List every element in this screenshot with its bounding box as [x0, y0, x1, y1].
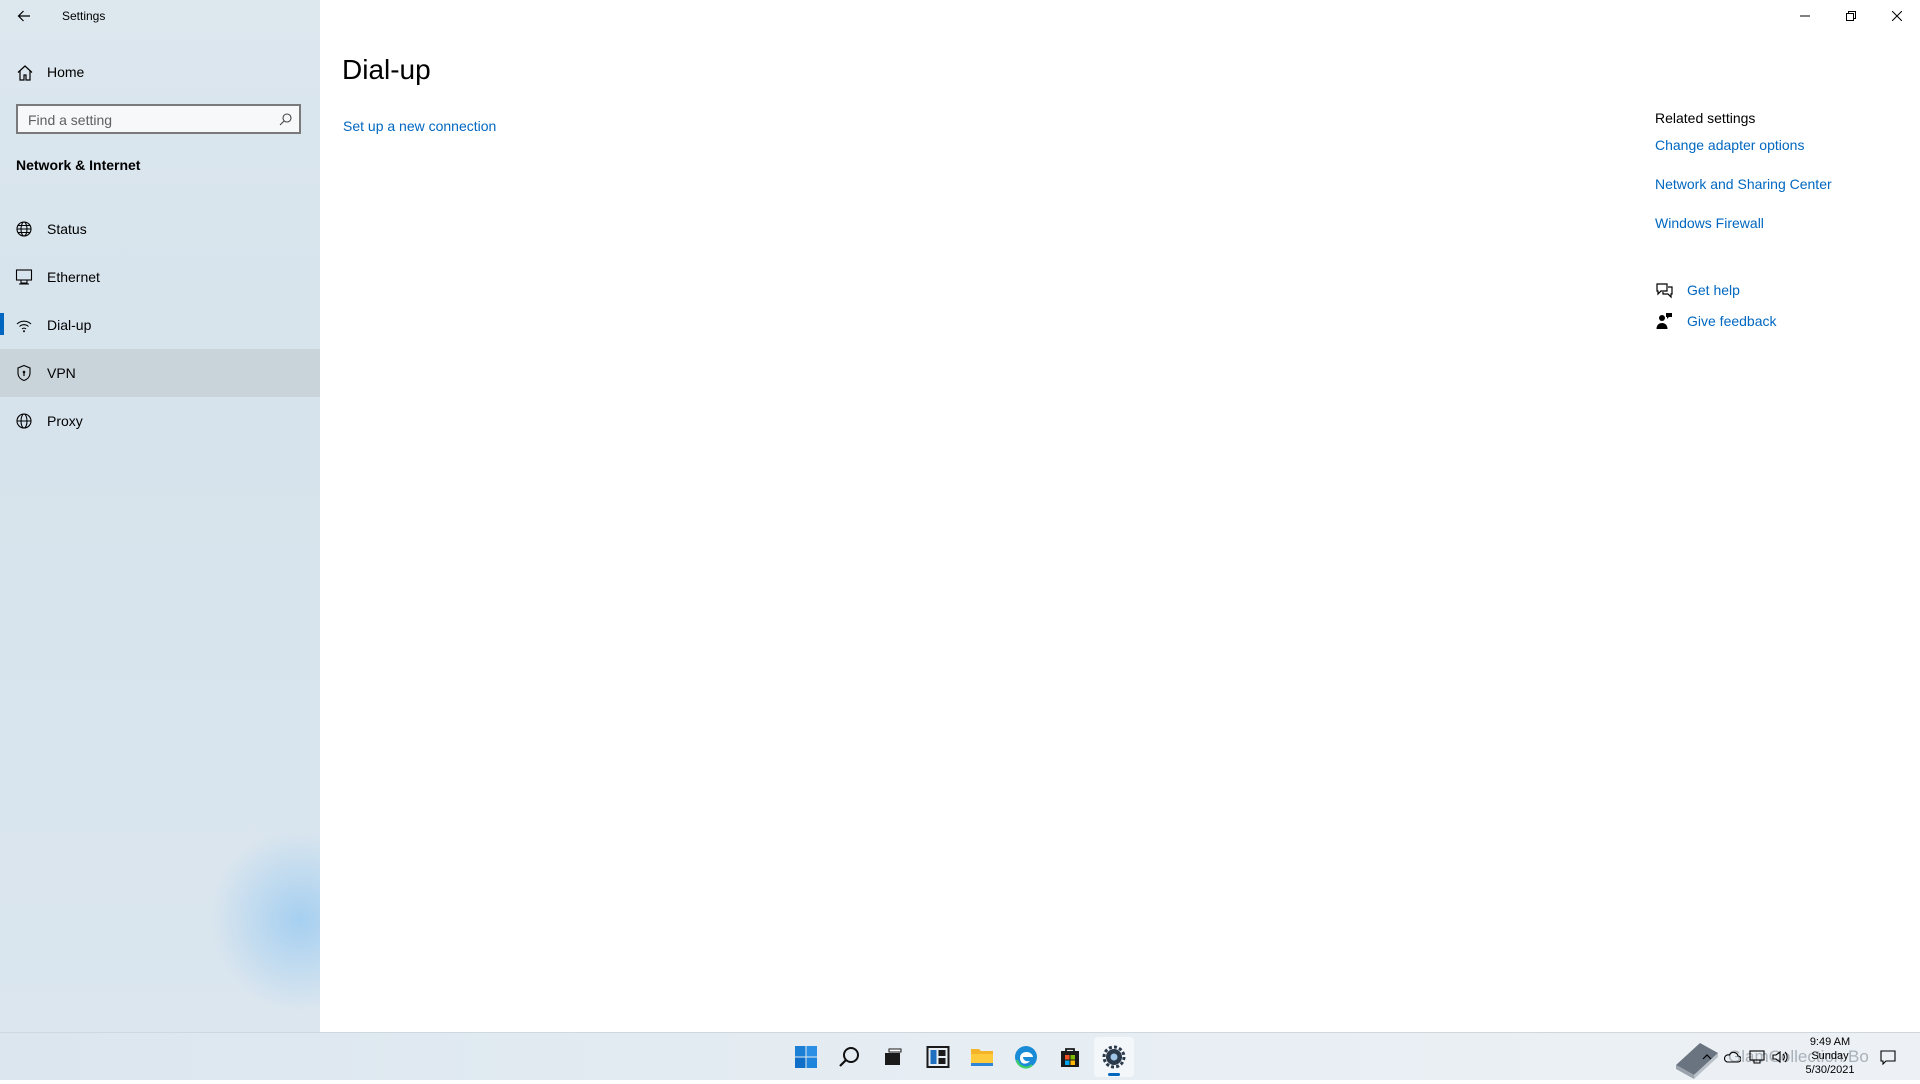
network-sharing-center-link[interactable]: Network and Sharing Center: [1655, 176, 1832, 192]
windows-firewall-link[interactable]: Windows Firewall: [1655, 215, 1764, 231]
give-feedback-label: Give feedback: [1687, 313, 1777, 329]
settings-icon: [1102, 1045, 1126, 1069]
network-tray-icon[interactable]: [1747, 1047, 1767, 1067]
sidebar-item-proxy[interactable]: Proxy: [0, 397, 320, 445]
show-hidden-icons-button[interactable]: [1697, 1047, 1717, 1067]
store-button[interactable]: [1050, 1037, 1090, 1077]
selection-indicator: [0, 313, 4, 335]
sidebar-item-vpn[interactable]: VPN: [0, 349, 320, 397]
title-bar-left: Settings: [0, 0, 320, 32]
globe-status-icon: [15, 220, 33, 238]
globe-icon: [15, 412, 33, 430]
file-explorer-icon: [971, 1049, 993, 1066]
active-indicator: [1108, 1073, 1120, 1076]
main-content: Dial-up Set up a new connection Related …: [320, 0, 1920, 1032]
sidebar-item-dial-up[interactable]: Dial-up: [0, 301, 320, 349]
minimize-button[interactable]: [1782, 0, 1828, 32]
file-explorer-button[interactable]: [962, 1037, 1002, 1077]
page-title: Dial-up: [342, 54, 431, 85]
start-button[interactable]: [786, 1037, 826, 1077]
home-icon: [16, 64, 34, 87]
get-help-link[interactable]: Get help: [1655, 279, 1855, 303]
get-help-label: Get help: [1687, 282, 1740, 298]
app-title: Settings: [62, 9, 106, 23]
restore-button[interactable]: [1828, 0, 1874, 32]
clock-time: 9:49 AM: [1809, 1036, 1851, 1048]
task-view-icon: [885, 1048, 902, 1065]
taskbar-clock[interactable]: 9:49 AM Sunday 5/30/2021: [1790, 1033, 1870, 1081]
sidebar-item-label: Ethernet: [47, 269, 100, 285]
sidebar-item-label: Status: [47, 221, 87, 237]
notification-center-button[interactable]: [1878, 1047, 1898, 1067]
section-title: Network & Internet: [16, 157, 141, 173]
volume-icon[interactable]: [1770, 1047, 1790, 1067]
restore-icon: [1846, 11, 1856, 21]
close-icon: [1892, 11, 1902, 21]
back-arrow-icon: [17, 10, 30, 22]
settings-taskbar-button[interactable]: [1094, 1037, 1134, 1077]
notification-icon: [1880, 1050, 1896, 1065]
chevron-up-icon: [1702, 1054, 1712, 1060]
start-icon: [795, 1046, 817, 1068]
clock-day: Sunday: [1811, 1050, 1849, 1062]
taskbar-search-button[interactable]: [830, 1037, 870, 1077]
help-chat-icon: [1655, 281, 1673, 304]
close-button[interactable]: [1874, 0, 1920, 32]
sidebar-item-ethernet[interactable]: Ethernet: [0, 253, 320, 301]
edge-icon: [1015, 1046, 1037, 1069]
search-icon[interactable]: [279, 112, 293, 131]
window-controls: [1782, 0, 1920, 32]
search-icon: [839, 1047, 859, 1067]
vpn-shield-icon: [15, 364, 33, 382]
edge-button[interactable]: [1006, 1037, 1046, 1077]
taskbar: GlamCollection Bo 9:49 AM Sunday 5/30/20…: [0, 1032, 1920, 1080]
sidebar-item-status[interactable]: Status: [0, 205, 320, 253]
sidebar-nav: Status Ethernet Dial-up VPN Proxy: [0, 205, 320, 445]
clock-date: 5/30/2021: [1805, 1064, 1855, 1076]
widgets-icon: [926, 1046, 950, 1068]
related-settings-title: Related settings: [1655, 110, 1756, 126]
give-feedback-link[interactable]: Give feedback: [1655, 310, 1855, 334]
home-label: Home: [47, 64, 85, 80]
sidebar: Settings Home Network & Internet Status …: [0, 0, 320, 1032]
setup-new-connection-link[interactable]: Set up a new connection: [343, 118, 496, 134]
search-input[interactable]: [18, 106, 280, 134]
sidebar-item-label: Proxy: [47, 413, 83, 429]
sidebar-item-label: VPN: [47, 365, 76, 381]
onedrive-icon[interactable]: [1722, 1047, 1742, 1067]
task-view-button[interactable]: [873, 1037, 913, 1077]
feedback-person-icon: [1655, 312, 1673, 335]
store-icon: [1061, 1048, 1079, 1067]
sidebar-item-label: Dial-up: [47, 317, 92, 333]
back-button[interactable]: [12, 4, 36, 28]
ethernet-icon: [15, 268, 33, 286]
search-box: [16, 104, 301, 134]
widgets-button[interactable]: [918, 1037, 958, 1077]
change-adapter-options-link[interactable]: Change adapter options: [1655, 137, 1804, 153]
minimize-icon: [1800, 15, 1810, 17]
sidebar-item-home[interactable]: Home: [0, 56, 320, 88]
dialup-icon: [15, 316, 33, 334]
